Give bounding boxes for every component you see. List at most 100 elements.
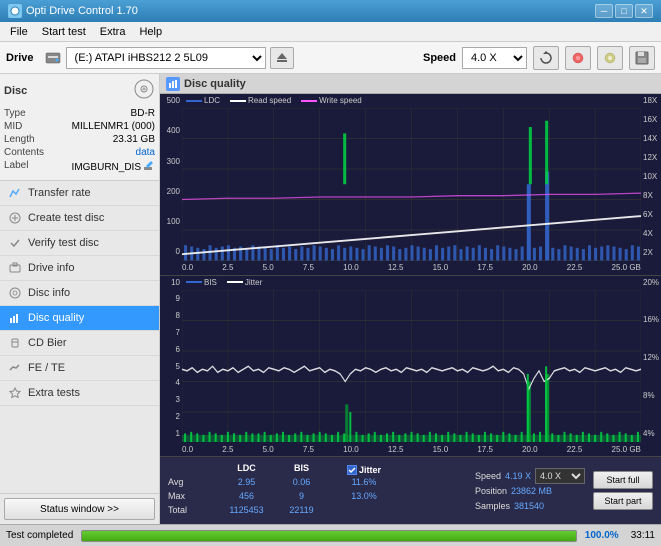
top-x-axis: 0.0 2.5 5.0 7.5 10.0 12.5 15.0 17.5 20.0… <box>182 261 641 275</box>
jitter-checkbox[interactable] <box>347 465 357 475</box>
main-layout: Disc Type BD-R MID MILLENMR1 (000) Lengt… <box>0 74 661 524</box>
jitter-color <box>227 281 243 283</box>
length-label: Length <box>4 134 59 145</box>
drive-selector[interactable]: (E:) ATAPI iHBS212 2 5L09 <box>66 47 266 69</box>
start-full-button[interactable]: Start full <box>593 471 653 489</box>
app-title: Opti Drive Control 1.70 <box>26 5 138 17</box>
sidebar-item-create-test-disc[interactable]: Create test disc <box>0 206 159 231</box>
stats-bis-col: BIS 0.06 9 22119 <box>274 462 329 520</box>
progress-percent: 100.0% <box>585 530 619 541</box>
sidebar-item-extra-tests[interactable]: Extra tests <box>0 381 159 406</box>
contents-label: Contents <box>4 147 59 158</box>
avg-bis: 0.06 <box>278 477 325 491</box>
close-button[interactable]: ✕ <box>635 4 653 18</box>
bottom-chart-svg <box>182 290 641 443</box>
disc-image-icon <box>133 78 155 103</box>
speed-label: Speed <box>423 52 456 64</box>
disc-quality-icon <box>8 311 22 325</box>
sidebar-item-fe-te[interactable]: FE / TE <box>0 356 159 381</box>
toolbar: Drive (E:) ATAPI iHBS212 2 5L09 Speed 4.… <box>0 42 661 74</box>
top-chart: LDC Read speed Write speed 500 400 <box>160 94 661 276</box>
read-speed-legend: Read speed <box>230 96 291 105</box>
position-value: 23862 MB <box>511 486 552 496</box>
disc-info-section: Disc Type BD-R MID MILLENMR1 (000) Lengt… <box>0 74 159 181</box>
menu-file[interactable]: File <box>4 24 34 40</box>
eject-button[interactable] <box>270 47 294 69</box>
total-ldc: 1125453 <box>223 505 270 519</box>
type-label: Type <box>4 108 59 119</box>
bis-legend: BIS <box>186 278 217 287</box>
minimize-button[interactable]: ─ <box>595 4 613 18</box>
disc-section-title: Disc <box>4 85 27 97</box>
speed-selector[interactable]: 4.0 X <box>462 47 527 69</box>
menu-bar: File Start test Extra Help <box>0 22 661 42</box>
stats-ldc-col: LDC 2.95 456 1125453 <box>219 462 274 520</box>
sidebar-item-drive-info[interactable]: Drive info <box>0 256 159 281</box>
content-area: Disc quality LDC Read speed <box>160 74 661 524</box>
mid-value: MILLENMR1 (000) <box>72 121 155 132</box>
max-ldc: 456 <box>223 491 270 505</box>
position-label: Position <box>475 486 507 496</box>
status-text: Test completed <box>6 530 73 541</box>
jitter-legend: Jitter <box>227 278 262 287</box>
action-buttons: Start full Start part <box>589 469 657 512</box>
menu-start-test[interactable]: Start test <box>36 24 92 40</box>
max-jitter: 13.0% <box>333 491 395 505</box>
save-button[interactable] <box>629 46 655 70</box>
disc-button-2[interactable] <box>597 46 623 70</box>
avg-ldc: 2.95 <box>223 477 270 491</box>
sidebar-item-verify-test-disc[interactable]: Verify test disc <box>0 231 159 256</box>
quality-title: Disc quality <box>184 78 246 90</box>
start-part-button[interactable]: Start part <box>593 492 653 510</box>
bis-col-header: BIS <box>278 463 325 477</box>
drive-label: Drive <box>6 52 34 64</box>
label-value: IMGBURN_DIS <box>72 162 141 173</box>
avg-label: Avg <box>168 477 215 491</box>
max-bis: 9 <box>278 491 325 505</box>
sidebar-item-disc-info[interactable]: Disc info <box>0 281 159 306</box>
length-value: 23.31 GB <box>113 134 155 145</box>
disc-info-icon <box>8 286 22 300</box>
maximize-button[interactable]: □ <box>615 4 633 18</box>
fe-te-icon <box>8 361 22 375</box>
sidebar-item-disc-quality[interactable]: Disc quality <box>0 306 159 331</box>
drive-info-icon <box>8 261 22 275</box>
jitter-col-header: Jitter <box>359 465 381 475</box>
cd-bier-icon <box>8 336 22 350</box>
samples-label: Samples <box>475 501 510 511</box>
refresh-button[interactable] <box>533 46 559 70</box>
status-window-button[interactable]: Status window >> <box>4 498 155 520</box>
app-icon <box>8 4 22 18</box>
label-edit-icon[interactable] <box>143 160 155 175</box>
progress-bar-container <box>81 530 577 542</box>
bottom-y-axis-right: 20% 16% 12% 8% 4% <box>641 276 661 441</box>
sidebar-item-transfer-rate[interactable]: Transfer rate <box>0 181 159 206</box>
speed-target-select[interactable]: 4.0 X <box>535 468 585 484</box>
top-chart-svg <box>182 108 641 261</box>
disc-button-1[interactable] <box>565 46 591 70</box>
menu-help[interactable]: Help <box>133 24 168 40</box>
label-key: Label <box>4 160 59 175</box>
sidebar-item-cd-bier[interactable]: CD Bier <box>0 331 159 356</box>
quality-icon <box>166 77 180 91</box>
mid-label: MID <box>4 121 59 132</box>
ldc-color <box>186 100 202 102</box>
type-value: BD-R <box>131 108 155 119</box>
bis-color <box>186 281 202 283</box>
ldc-col-header: LDC <box>223 463 270 477</box>
avg-jitter: 11.6% <box>333 477 395 491</box>
samples-value: 381540 <box>514 501 544 511</box>
extra-tests-icon <box>8 386 22 400</box>
max-label: Max <box>168 491 215 505</box>
top-y-axis-left: 500 400 300 200 100 0 <box>160 94 182 259</box>
stats-speed-col: Speed 4.19 X 4.0 X Position 23862 MB Sam… <box>471 468 589 514</box>
menu-extra[interactable]: Extra <box>94 24 132 40</box>
status-section: Status window >> <box>0 493 159 524</box>
top-y-axis-right: 18X 16X 14X 12X 10X 8X 6X 4X 2X <box>641 94 661 259</box>
sidebar: Disc Type BD-R MID MILLENMR1 (000) Lengt… <box>0 74 160 524</box>
speed-col-value: 4.19 X <box>505 471 531 481</box>
quality-header: Disc quality <box>160 74 661 94</box>
charts-wrapper: LDC Read speed Write speed 500 400 <box>160 94 661 456</box>
sidebar-nav: Transfer rate Create test disc Verify te… <box>0 181 159 493</box>
title-bar: Opti Drive Control 1.70 ─ □ ✕ <box>0 0 661 22</box>
